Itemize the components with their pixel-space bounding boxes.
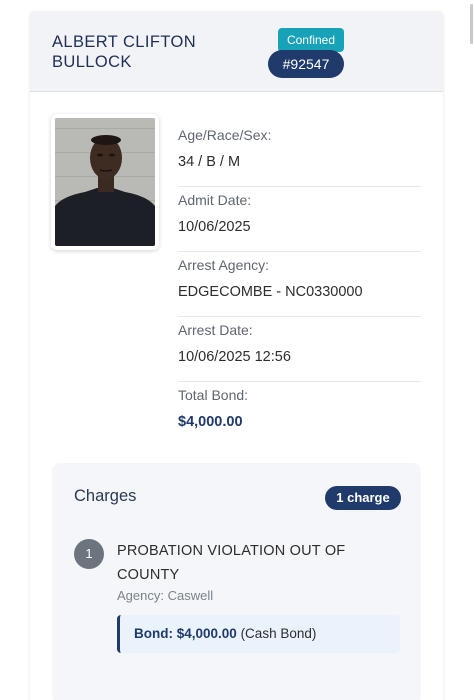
inmate-card: ALBERT CLIFTON BULLOCK Confined #92547 A…	[30, 12, 443, 700]
inmate-name-line2: BULLOCK	[52, 53, 132, 71]
detail-value: 10/06/2025 12:56	[178, 349, 291, 365]
person-photo-icon	[55, 118, 155, 246]
detail-label: Total Bond:	[178, 387, 249, 403]
booking-number-badge: #92547	[268, 50, 344, 78]
detail-admit-date: Admit Date: 10/06/2025	[178, 187, 421, 252]
detail-label: Arrest Agency:	[178, 257, 270, 273]
mugshot-photo	[55, 118, 155, 246]
detail-list: Age/Race/Sex: 34 / B / M Admit Date: 10/…	[178, 122, 421, 447]
charge-count-badge: 1 charge	[325, 486, 401, 510]
scrollbar-track	[469, 0, 474, 700]
detail-total-bond: Total Bond: $4,000.00	[178, 382, 421, 447]
detail-value: EDGECOMBE - NC0330000	[178, 284, 363, 300]
charge-bond-amount: Bond: $4,000.00	[134, 626, 237, 641]
detail-arrest-agency: Arrest Agency: EDGECOMBE - NC0330000	[178, 252, 421, 317]
detail-age-race-sex: Age/Race/Sex: 34 / B / M	[178, 122, 421, 187]
scrollbar-thumb[interactable]	[470, 4, 473, 44]
charge-bond-box: Bond: $4,000.00 (Cash Bond)	[117, 615, 400, 653]
detail-label: Age/Race/Sex:	[178, 127, 272, 143]
inmate-name-line1: ALBERT CLIFTON	[52, 33, 197, 51]
charges-title: Charges	[74, 487, 137, 505]
status-badge: Confined	[278, 28, 344, 52]
charge-description: PROBATION VIOLATION OUT OF COUNTY	[117, 543, 346, 583]
total-bond-value: $4,000.00	[178, 414, 243, 430]
detail-label: Admit Date:	[178, 192, 252, 208]
detail-label: Arrest Date:	[178, 322, 253, 338]
inmate-name: ALBERT CLIFTON BULLOCK	[52, 32, 252, 72]
charge-number-badge: 1	[74, 539, 104, 569]
detail-value: 10/06/2025	[178, 219, 251, 235]
mugshot-frame[interactable]	[51, 114, 159, 250]
charge-agency: Agency: Caswell	[117, 588, 214, 603]
charges-section: Charges 1 charge 1 PROBATION VIOLATION O…	[52, 463, 421, 700]
detail-arrest-date: Arrest Date: 10/06/2025 12:56	[178, 317, 421, 382]
charge-bond-type: (Cash Bond)	[240, 626, 317, 641]
card-header: ALBERT CLIFTON BULLOCK Confined #92547	[30, 12, 443, 92]
detail-value: 34 / B / M	[178, 154, 241, 170]
